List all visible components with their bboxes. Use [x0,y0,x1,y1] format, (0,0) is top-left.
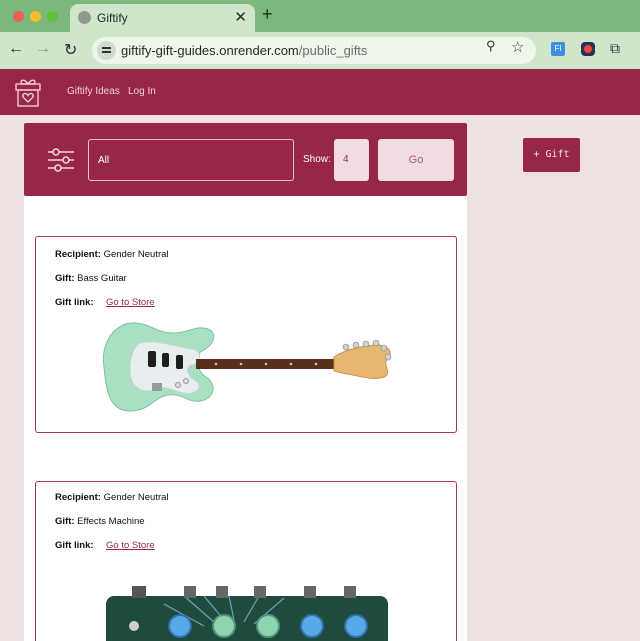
gift-link-line: Gift link: [55,297,94,308]
window-maximize-button[interactable] [47,11,58,22]
forward-button[interactable]: → [35,40,51,58]
filter-bar: All Show: 4 Go [24,123,467,196]
globe-icon [78,11,91,24]
show-label: Show: [303,154,331,165]
nav-link-log-in[interactable]: Log In [128,86,156,97]
recipient-label: Recipient: [55,249,101,260]
gift-line: Gift: Effects Machine [55,516,145,527]
gift-logo-icon[interactable] [14,75,42,109]
tab-title: Giftify [97,11,128,25]
back-button[interactable]: ← [8,40,24,58]
effects-pedal-image [106,586,388,641]
bookmark-star-icon[interactable]: ☆ [511,38,524,56]
close-icon[interactable]: ✕ [234,8,247,26]
browser-tab[interactable]: Giftify ✕ [70,4,255,32]
gift-label: Gift: [55,273,75,284]
nav-link-giftify-ideas[interactable]: Giftify Ideas [67,86,120,97]
bass-guitar-image [102,322,392,412]
gift-value: Bass Guitar [77,273,127,284]
go-to-store-link[interactable]: Go to Store [106,297,155,308]
app-header: Giftify Ideas Log In [0,69,640,115]
filter-sliders-icon[interactable] [47,148,75,172]
gift-card: Recipient: Gender Neutral Gift: Bass Gui… [35,236,457,433]
gift-line: Gift: Bass Guitar [55,273,127,284]
site-info-icon[interactable] [97,41,116,60]
url-text[interactable]: giftify-gift-guides.onrender.com/public_… [121,43,367,58]
go-button[interactable]: Go [378,139,454,181]
gift-card: Recipient: Gender Neutral Gift: Effects … [35,481,457,641]
recipient-value: Gender Neutral [103,492,169,503]
gift-link-line: Gift link: [55,540,94,551]
recipient-label: Recipient: [55,492,101,503]
recipient-value: Gender Neutral [103,249,169,260]
recipient-line: Recipient: Gender Neutral [55,492,169,503]
url-path: /public_gifts [298,43,368,58]
extensions-puzzle-icon[interactable]: ⧉ [610,40,620,57]
category-select[interactable]: All [88,139,294,181]
zoom-icon[interactable]: ⚲ [486,38,496,54]
url-host: giftify-gift-guides.onrender.com [121,43,299,58]
address-bar[interactable]: giftify-gift-guides.onrender.com/public_… [92,37,536,64]
recipient-line: Recipient: Gender Neutral [55,249,169,260]
extension-icon[interactable] [581,42,595,56]
add-gift-button[interactable]: + Gift [523,138,580,172]
gift-label: Gift: [55,516,75,527]
go-to-store-link[interactable]: Go to Store [106,540,155,551]
show-count-input[interactable]: 4 [334,139,369,181]
browser-toolbar: ← → ↻ giftify-gift-guides.onrender.com/p… [0,32,640,69]
browser-tab-bar: Giftify ✕ + [0,0,640,32]
new-tab-button[interactable]: + [262,4,273,25]
gift-link-label: Gift link: [55,297,94,308]
window-minimize-button[interactable] [30,11,41,22]
window-close-button[interactable] [13,11,24,22]
extension-icon[interactable]: FI [551,42,565,56]
gift-link-label: Gift link: [55,540,94,551]
gift-value: Effects Machine [77,516,145,527]
reload-button[interactable]: ↻ [64,40,77,60]
